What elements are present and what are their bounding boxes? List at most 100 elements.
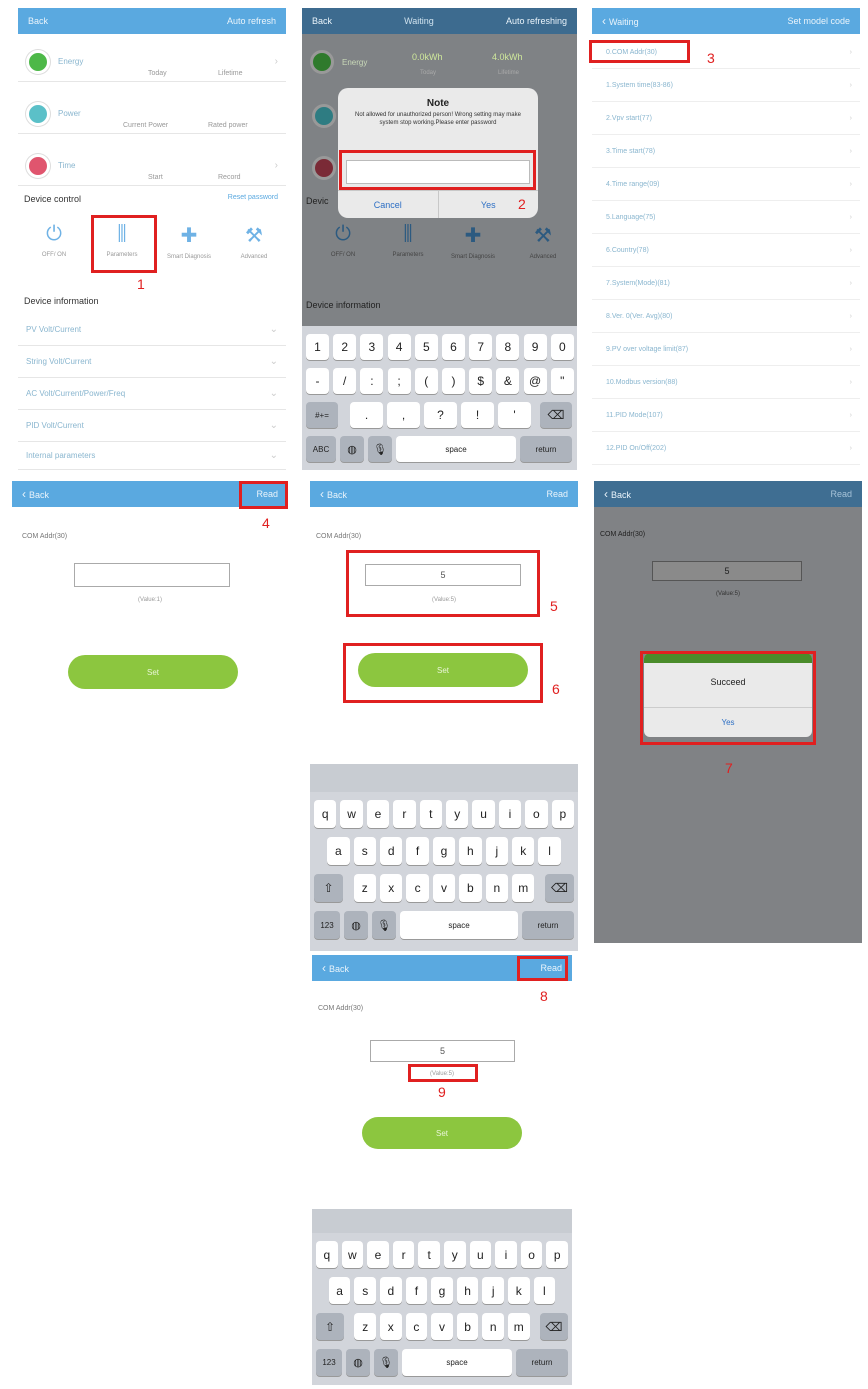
key-w[interactable]: w [340,800,363,828]
key-g[interactable]: g [431,1277,453,1304]
numbers-key[interactable]: 123 [316,1349,342,1376]
read-button[interactable]: Read [546,489,568,499]
auto-refresh-button[interactable]: Auto refreshing [506,16,567,26]
auto-refresh-button[interactable]: Auto refresh [227,16,276,26]
key-s[interactable]: s [354,1277,376,1304]
backspace-icon[interactable]: ⌫ [539,1313,568,1340]
key-o[interactable]: o [520,1241,543,1268]
numbers-key[interactable]: 123 [314,911,340,939]
key-5[interactable]: 6 [442,334,465,360]
energy-row[interactable]: Energy Today Lifetime › [18,42,286,82]
key-h[interactable]: h [456,1277,479,1304]
value-input[interactable]: 5 [370,1040,515,1062]
key-x[interactable]: x [380,874,403,902]
key-h[interactable]: h [459,837,482,865]
key-p[interactable]: p [551,800,574,828]
key-b[interactable]: b [456,1313,479,1340]
key-punct[interactable]: ' [498,402,531,428]
back-button[interactable]: ‹ Back [322,961,349,975]
key-e[interactable]: e [367,1241,389,1268]
parameter-row[interactable]: 8.Ver. 0(Ver. Avg)(80) › [592,300,860,333]
info-row[interactable]: Internal parameters ⌄ [18,442,286,470]
key-punct[interactable]: , [387,402,420,428]
back-button[interactable]: Back [28,16,48,26]
key-symbol[interactable]: " [550,368,574,394]
space-key[interactable]: space [402,1349,512,1376]
key-u[interactable]: u [472,800,495,828]
key-symbol[interactable]: : [360,368,384,394]
control-advanced[interactable]: ⚒ Advanced [223,223,285,260]
key-b[interactable]: b [459,874,482,902]
key-f[interactable]: f [406,837,429,865]
back-button[interactable]: ‹ Back [604,487,631,501]
key-symbol[interactable]: - [306,368,329,394]
parameter-row[interactable]: 11.PID Mode(107) › [592,399,860,432]
globe-icon[interactable]: ◍ [346,1349,370,1376]
return-key[interactable]: return [522,911,574,939]
parameter-row[interactable]: 6.Country(78) › [592,234,860,267]
return-key[interactable]: return [516,1349,568,1376]
key-g[interactable]: g [432,837,456,865]
info-row[interactable]: PV Volt/Current ⌄ [18,314,286,346]
key-punct[interactable]: ! [461,402,494,428]
info-row[interactable]: String Volt/Current ⌄ [18,346,286,378]
key-x[interactable]: x [380,1313,402,1340]
key-i[interactable]: i [498,800,522,828]
back-button[interactable]: ‹ Waiting [602,14,639,28]
backspace-icon[interactable]: ⌫ [540,402,572,428]
shift-icon[interactable]: ⇧ [314,874,344,902]
parameter-row[interactable]: 10.Modbus version(88) › [592,366,860,399]
key-r[interactable]: r [393,800,416,828]
key-e[interactable]: e [366,800,390,828]
parameter-row[interactable]: 5.Language(75) › [592,201,860,234]
key-0[interactable]: 1 [306,334,329,360]
key-m[interactable]: m [508,1313,530,1340]
key-a[interactable]: a [328,1277,351,1304]
key-y[interactable]: y [446,800,469,828]
key-symbol[interactable]: / [333,368,357,394]
parameter-row[interactable]: 3.Time start(78) › [592,135,860,168]
microphone-icon[interactable]: 🎙 [374,1349,398,1376]
key-p[interactable]: p [546,1241,568,1268]
key-k[interactable]: k [512,837,535,865]
abc-key[interactable]: ABC [306,436,336,462]
parameter-row[interactable]: 4.Time range(09) › [592,168,860,201]
key-c[interactable]: c [406,874,429,902]
globe-icon[interactable]: ◍ [340,436,364,462]
key-n[interactable]: n [485,874,508,902]
back-button[interactable]: ‹ Back [320,487,347,501]
key-8[interactable]: 9 [523,334,547,360]
key-c[interactable]: c [405,1313,428,1340]
symbols-key[interactable]: #+= [306,402,338,428]
set-model-code-button[interactable]: Set model code [787,16,850,26]
key-f[interactable]: f [405,1277,428,1304]
key-u[interactable]: u [469,1241,492,1268]
key-symbol[interactable]: ; [387,368,411,394]
info-row[interactable]: AC Volt/Current/Power/Freq ⌄ [18,378,286,410]
key-k[interactable]: k [508,1277,530,1304]
key-s[interactable]: s [353,837,376,865]
microphone-icon[interactable]: 🎙 [368,436,392,462]
key-q[interactable]: q [316,1241,338,1268]
key-j[interactable]: j [485,837,508,865]
backspace-icon[interactable]: ⌫ [544,874,574,902]
info-row[interactable]: PID Volt/Current ⌄ [18,410,286,442]
key-r[interactable]: r [392,1241,415,1268]
key-v[interactable]: v [432,874,456,902]
control-off-on[interactable]: ⏻ OFF/ ON [23,223,85,258]
key-l[interactable]: l [538,837,561,865]
control-smart-diagnosis[interactable]: ✚ Smart Diagnosis [158,223,220,260]
return-key[interactable]: return [520,436,572,462]
key-d[interactable]: d [380,837,403,865]
space-key[interactable]: space [400,911,518,939]
key-i[interactable]: i [495,1241,517,1268]
parameter-row[interactable]: 12.PID On/Off(202) › [592,432,860,465]
read-button[interactable]: Read [830,489,852,499]
key-o[interactable]: o [525,800,548,828]
key-symbol[interactable]: $ [469,368,493,394]
key-9[interactable]: 0 [550,334,574,360]
key-q[interactable]: q [314,800,337,828]
key-t[interactable]: t [418,1241,440,1268]
key-symbol[interactable]: ( [414,368,438,394]
key-m[interactable]: m [512,874,535,902]
